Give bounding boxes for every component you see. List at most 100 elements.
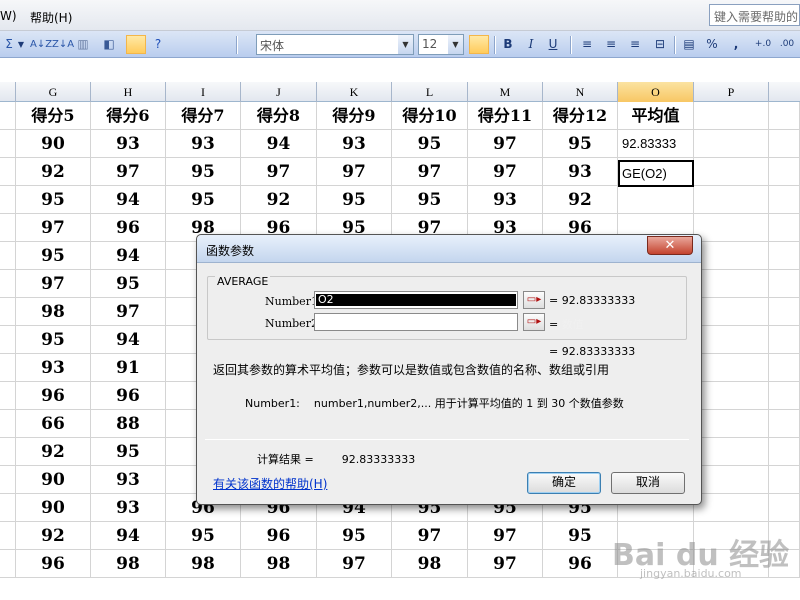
column-header-L[interactable]: L — [392, 82, 468, 102]
table-cell[interactable] — [769, 466, 800, 494]
table-cell[interactable]: 97 — [468, 158, 543, 186]
table-cell[interactable] — [0, 214, 16, 242]
cancel-button[interactable]: 取消 — [611, 472, 685, 494]
table-cell[interactable]: 95 — [392, 130, 468, 158]
table-cell[interactable] — [769, 270, 800, 298]
table-cell[interactable] — [769, 158, 800, 186]
table-cell[interactable] — [769, 326, 800, 354]
function-help-link[interactable]: 有关该函数的帮助(H) — [213, 475, 327, 492]
table-cell[interactable]: 97 — [16, 270, 91, 298]
table-cell[interactable]: 95 — [317, 186, 392, 214]
table-cell[interactable]: 得分6 — [91, 102, 166, 130]
table-cell[interactable]: 得分12 — [543, 102, 618, 130]
table-cell[interactable] — [694, 326, 769, 354]
table-cell[interactable] — [769, 130, 800, 158]
table-cell[interactable] — [694, 186, 769, 214]
italic-button[interactable]: I — [524, 36, 538, 53]
table-cell[interactable]: 96 — [91, 382, 166, 410]
table-cell[interactable]: 92.83333 — [618, 130, 694, 158]
table-cell[interactable]: 95 — [16, 242, 91, 270]
table-cell[interactable]: 97 — [392, 522, 468, 550]
table-cell[interactable]: 93 — [91, 466, 166, 494]
table-cell[interactable] — [769, 242, 800, 270]
table-cell[interactable]: 93 — [468, 186, 543, 214]
table-cell[interactable]: 96 — [16, 382, 91, 410]
table-cell[interactable]: 平均值 — [618, 102, 694, 130]
help-search-input[interactable]: 键入需要帮助的 — [709, 4, 800, 26]
table-cell[interactable] — [694, 494, 769, 522]
table-cell[interactable]: 98 — [91, 550, 166, 578]
table-cell[interactable] — [769, 494, 800, 522]
table-cell[interactable]: 得分9 — [317, 102, 392, 130]
merge-center-icon[interactable]: ⊟ — [650, 36, 670, 53]
table-cell[interactable] — [694, 382, 769, 410]
table-cell[interactable]: 97 — [468, 550, 543, 578]
function-wizard-icon[interactable] — [469, 35, 489, 54]
number1-input[interactable]: O2 — [314, 291, 518, 309]
sort-ascending-icon[interactable]: A↓Z — [30, 36, 52, 53]
table-cell[interactable]: 97 — [16, 214, 91, 242]
table-cell[interactable] — [694, 130, 769, 158]
table-cell[interactable] — [0, 326, 16, 354]
table-cell[interactable]: 得分5 — [16, 102, 91, 130]
autosum-dropdown-icon[interactable]: ▼ — [16, 36, 26, 53]
table-cell[interactable]: 90 — [16, 466, 91, 494]
column-header-O[interactable]: O — [618, 82, 694, 102]
table-cell[interactable] — [694, 438, 769, 466]
table-cell[interactable] — [694, 270, 769, 298]
table-cell[interactable] — [694, 354, 769, 382]
column-header-G[interactable]: G — [16, 82, 91, 102]
column-header-J[interactable]: J — [241, 82, 317, 102]
autosum-icon[interactable]: Σ — [2, 36, 16, 53]
table-cell[interactable]: 92 — [16, 438, 91, 466]
table-cell[interactable]: 97 — [91, 298, 166, 326]
help-icon[interactable]: ? — [150, 36, 166, 53]
table-cell[interactable] — [769, 382, 800, 410]
table-cell[interactable]: 94 — [241, 130, 317, 158]
table-cell[interactable]: 90 — [16, 494, 91, 522]
comma-button[interactable]: , — [730, 36, 742, 53]
table-cell[interactable]: 得分10 — [392, 102, 468, 130]
table-cell[interactable]: 92 — [16, 158, 91, 186]
table-cell[interactable]: 得分7 — [166, 102, 241, 130]
table-cell[interactable]: 96 — [91, 214, 166, 242]
table-cell[interactable] — [694, 214, 769, 242]
table-cell[interactable]: 97 — [317, 158, 392, 186]
table-cell[interactable]: 95 — [16, 186, 91, 214]
table-cell[interactable] — [769, 186, 800, 214]
table-cell[interactable] — [0, 242, 16, 270]
close-icon[interactable]: ✕ — [647, 236, 693, 255]
table-cell[interactable] — [694, 242, 769, 270]
active-cell-editor[interactable]: GE(O2) — [618, 160, 694, 187]
table-cell[interactable] — [0, 158, 16, 186]
column-header-K[interactable]: K — [317, 82, 392, 102]
table-cell[interactable]: 98 — [16, 298, 91, 326]
table-cell[interactable]: 95 — [543, 522, 618, 550]
table-cell[interactable]: 97 — [468, 522, 543, 550]
align-center-icon[interactable]: ≡ — [602, 36, 620, 53]
table-cell[interactable] — [0, 522, 16, 550]
table-cell[interactable]: 93 — [317, 130, 392, 158]
column-header-N[interactable]: N — [543, 82, 618, 102]
table-cell[interactable]: 94 — [91, 522, 166, 550]
table-cell[interactable]: 93 — [543, 158, 618, 186]
table-cell[interactable] — [0, 466, 16, 494]
table-cell[interactable] — [769, 438, 800, 466]
table-cell[interactable]: 95 — [392, 186, 468, 214]
column-header-P[interactable]: P — [694, 82, 769, 102]
table-cell[interactable] — [0, 354, 16, 382]
menu-help[interactable]: 帮助(H) — [30, 9, 72, 26]
sort-descending-icon[interactable]: Z↓A — [52, 36, 74, 53]
table-cell[interactable]: 93 — [166, 130, 241, 158]
table-cell[interactable]: 95 — [543, 130, 618, 158]
align-right-icon[interactable]: ≡ — [626, 36, 644, 53]
table-cell[interactable]: 96 — [16, 550, 91, 578]
table-cell[interactable]: 93 — [91, 130, 166, 158]
table-cell[interactable]: 66 — [16, 410, 91, 438]
currency-icon[interactable]: ▤ — [680, 36, 698, 53]
column-header-I[interactable]: I — [166, 82, 241, 102]
table-cell[interactable] — [769, 298, 800, 326]
table-cell[interactable]: 97 — [392, 158, 468, 186]
table-cell[interactable]: 97 — [317, 550, 392, 578]
table-cell[interactable] — [769, 214, 800, 242]
